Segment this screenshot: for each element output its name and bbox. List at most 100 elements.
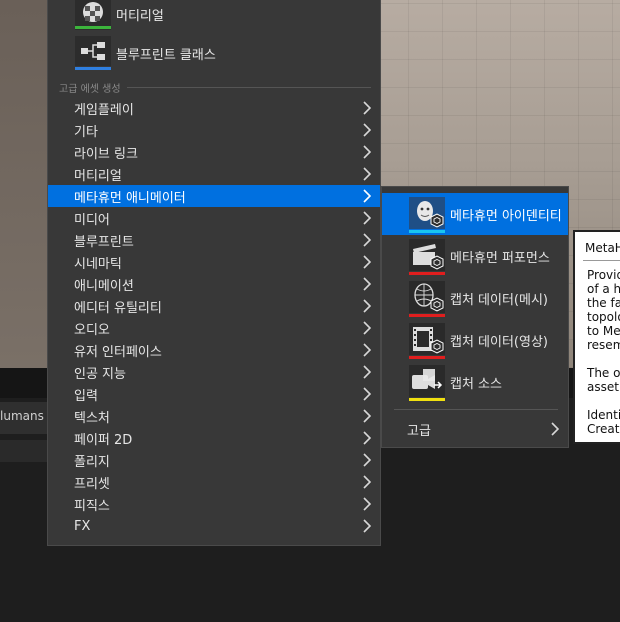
category-cinematics[interactable]: 시네마틱 (48, 251, 380, 273)
category-preset[interactable]: 프리셋 (48, 471, 380, 493)
category-label: 피직스 (74, 498, 110, 514)
menu-item-material-label: 머티리얼 (116, 9, 164, 24)
asset-tooltip: MetaH Provid of a hu the fac topolo to M… (573, 230, 620, 444)
submenu-item-label: 메타휴먼 아이덴티티 (450, 209, 562, 224)
menu-item-blueprint-class[interactable]: 블루프린트 클래스 (75, 36, 375, 80)
section-header-label: 고급 에셋 생성 (59, 84, 121, 95)
background-tab[interactable]: lumans (0, 402, 48, 434)
advanced-asset-section-header: 고급 에셋 생성 (59, 80, 379, 95)
camera-source-icon (409, 365, 445, 397)
submenu-item-label: 메타휴먼 퍼포먼스 (450, 251, 550, 266)
menu-item-blueprint-class-label: 블루프린트 클래스 (116, 48, 216, 63)
tooltip-title: MetaH (585, 241, 620, 255)
chevron-right-icon (363, 387, 371, 401)
chevron-right-icon (363, 167, 371, 181)
metahuman-identity-icon (409, 197, 445, 229)
chevron-right-icon (551, 422, 559, 436)
category-label: 페이퍼 2D (74, 432, 133, 448)
category-paper-2d[interactable]: 페이퍼 2D (48, 427, 380, 449)
category-foliage[interactable]: 폴리지 (48, 449, 380, 471)
category-label: 유저 인터페이스 (74, 344, 162, 360)
source-type-bar (409, 398, 445, 401)
category-input[interactable]: 입력 (48, 383, 380, 405)
submenu-item-advanced[interactable]: 고급 (382, 417, 568, 441)
chevron-right-icon (363, 365, 371, 379)
submenu-item-label: 캡처 데이터(영상) (450, 335, 548, 350)
chevron-right-icon (363, 321, 371, 335)
submenu-item-metahuman-performance[interactable]: 메타휴먼 퍼포먼스 (382, 235, 568, 277)
submenu-divider (394, 409, 558, 410)
category-label: 애니메이션 (74, 278, 134, 294)
chevron-right-icon (363, 233, 371, 247)
category-artificial-intelligence[interactable]: 인공 지능 (48, 361, 380, 383)
category-list: 게임플레이 기타 라이브 링크 머티리얼 메타휴먼 애니메이터 미디어 블루프린… (48, 97, 380, 537)
chevron-right-icon (363, 211, 371, 225)
category-animation[interactable]: 애니메이션 (48, 273, 380, 295)
category-label: 라이브 링크 (74, 146, 138, 162)
category-audio[interactable]: 오디오 (48, 317, 380, 339)
category-user-interface[interactable]: 유저 인터페이스 (48, 339, 380, 361)
background-tab-label: lumans (0, 409, 44, 423)
submenu-item-label: 캡처 데이터(메시) (450, 293, 548, 308)
identity-type-bar (409, 230, 445, 233)
film-strip-icon (409, 323, 445, 355)
background-left-bar (0, 440, 48, 462)
chevron-right-icon (363, 519, 371, 533)
submenu-item-capture-data-video[interactable]: 캡처 데이터(영상) (382, 319, 568, 361)
category-label: 기타 (74, 124, 98, 140)
category-label: 게임플레이 (74, 102, 134, 118)
submenu-advanced-label: 고급 (407, 424, 431, 439)
category-label: 인공 지능 (74, 366, 126, 382)
chevron-right-icon (363, 101, 371, 115)
video-type-bar (409, 356, 445, 359)
metahuman-animator-submenu: 메타휴먼 아이덴티티 메타휴먼 퍼포먼스 캡처 데이터(메시) 캡처 데이터(영… (381, 186, 569, 448)
submenu-item-capture-data-mesh[interactable]: 캡처 데이터(메시) (382, 277, 568, 319)
category-label: 머티리얼 (74, 168, 122, 184)
chevron-right-icon (363, 497, 371, 511)
chevron-right-icon (363, 123, 371, 137)
chevron-right-icon (363, 343, 371, 357)
viewport-left-edge (0, 0, 48, 368)
material-type-bar (75, 26, 111, 29)
tooltip-body: Provid of a hu the fac topolo to Met res… (587, 268, 620, 436)
chevron-right-icon (363, 453, 371, 467)
category-label: 텍스처 (74, 410, 110, 426)
submenu-item-metahuman-identity[interactable]: 메타휴먼 아이덴티티 (382, 193, 568, 235)
category-label: 미디어 (74, 212, 110, 228)
chevron-right-icon (363, 277, 371, 291)
submenu-item-capture-source[interactable]: 캡처 소스 (382, 361, 568, 403)
category-label: 시네마틱 (74, 256, 122, 272)
category-label: 오디오 (74, 322, 110, 338)
performance-type-bar (409, 272, 445, 275)
category-label: FX (74, 518, 91, 534)
category-physics[interactable]: 피직스 (48, 493, 380, 515)
category-editor-utility[interactable]: 에디터 유틸리티 (48, 295, 380, 317)
section-divider (126, 87, 371, 88)
tooltip-divider (583, 260, 620, 261)
category-label: 프리셋 (74, 476, 110, 492)
chevron-right-icon (363, 431, 371, 445)
category-label: 메타휴먼 애니메이터 (74, 190, 186, 206)
category-texture[interactable]: 텍스처 (48, 405, 380, 427)
mesh-head-icon (409, 281, 445, 313)
chevron-right-icon (363, 409, 371, 423)
category-label: 에디터 유틸리티 (74, 300, 162, 316)
category-material[interactable]: 머티리얼 (48, 163, 380, 185)
blueprint-type-bar (75, 67, 111, 70)
category-label: 블루프린트 (74, 234, 134, 250)
category-misc[interactable]: 기타 (48, 119, 380, 141)
blueprint-node-icon (75, 36, 111, 66)
category-label: 입력 (74, 388, 98, 404)
mesh-type-bar (409, 314, 445, 317)
category-blueprint[interactable]: 블루프린트 (48, 229, 380, 251)
category-live-link[interactable]: 라이브 링크 (48, 141, 380, 163)
chevron-right-icon (363, 299, 371, 313)
category-media[interactable]: 미디어 (48, 207, 380, 229)
category-fx[interactable]: FX (48, 515, 380, 537)
category-label: 폴리지 (74, 454, 110, 470)
chevron-right-icon (363, 255, 371, 269)
category-gameplay[interactable]: 게임플레이 (48, 97, 380, 119)
category-metahuman-animator[interactable]: 메타휴먼 애니메이터 (48, 185, 380, 207)
clapperboard-icon (409, 239, 445, 271)
add-asset-menu: 머티리얼 블루프린트 클래스 고급 에셋 생성 게임플레이 기타 라이브 링크 … (47, 0, 381, 546)
